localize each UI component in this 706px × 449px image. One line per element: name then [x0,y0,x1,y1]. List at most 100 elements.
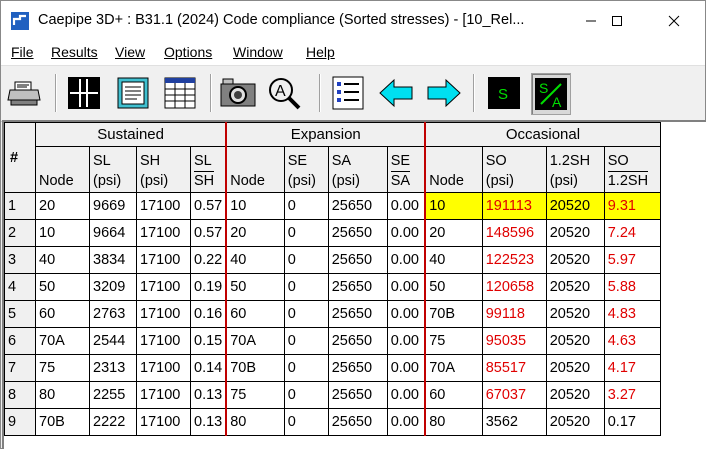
se-sa-ratio-cell[interactable]: 0.00 [386,246,426,274]
sl-cell[interactable]: 9664 [89,219,137,247]
sh-cell[interactable]: 17100 [136,408,191,436]
se-cell[interactable]: 0 [283,354,329,382]
menu-results[interactable]: Results [51,44,98,60]
sh-cell[interactable]: 17100 [136,354,191,382]
close-button[interactable] [652,7,696,35]
so-1-2sh-ratio-cell[interactable]: 3.27 [603,381,661,409]
1-2sh-cell[interactable]: 20520 [545,381,605,409]
so-cell[interactable]: 85517 [481,354,547,382]
so-1-2sh-ratio-cell[interactable]: 5.88 [603,273,661,301]
occasional-node-cell[interactable]: 40 [424,246,483,274]
menu-options[interactable]: Options [164,44,212,60]
sa-cell[interactable]: 25650 [327,273,388,301]
1-2sh-cell[interactable]: 20520 [545,192,605,220]
next-button[interactable] [425,73,463,113]
se-cell[interactable]: 0 [283,300,329,328]
expansion-node-cell[interactable]: 75 [225,381,285,409]
expansion-node-cell[interactable]: 20 [225,219,285,247]
so-1-2sh-ratio-cell[interactable]: 7.24 [603,219,661,247]
print-button[interactable] [5,73,43,113]
sh-cell[interactable]: 17100 [136,219,191,247]
stress-grid[interactable]: # Sustained Expansion Occasional Node SL… [2,120,706,449]
1-2sh-cell[interactable]: 20520 [545,300,605,328]
sustained-node-cell[interactable]: 10 [35,219,90,247]
col-header-sl-sh[interactable]: SL SH [190,146,227,193]
sustained-node-cell[interactable]: 80 [35,381,90,409]
sl-sh-ratio-cell[interactable]: 0.19 [190,273,227,301]
sl-cell[interactable]: 9669 [89,192,137,220]
col-header-sa[interactable]: SA (psi) [327,146,388,193]
table-row[interactable]: 4 50 3209 17100 0.19 50 0 25650 0.00 50 120658 2052… [4,273,661,301]
sa-cell[interactable]: 25650 [327,300,388,328]
sl-cell[interactable]: 3834 [89,246,137,274]
occasional-node-cell[interactable]: 70A [424,354,483,382]
row-number-cell[interactable]: 8 [4,381,36,409]
sa-cell[interactable]: 25650 [327,219,388,247]
occasional-node-cell[interactable]: 60 [424,381,483,409]
sustained-node-cell[interactable]: 40 [35,246,90,274]
so-cell[interactable]: 120658 [481,273,547,301]
sl-cell[interactable]: 2544 [89,327,137,355]
se-cell[interactable]: 0 [283,408,329,436]
table-row[interactable]: 9 70B 2222 17100 0.13 80 0 25650 0.00 80 3562 20520… [4,408,661,436]
se-sa-ratio-cell[interactable]: 0.00 [386,327,426,355]
table-row[interactable]: 8 80 2255 17100 0.13 75 0 25650 0.00 60 67037 20520… [4,381,661,409]
so-cell[interactable]: 67037 [481,381,547,409]
so-1-2sh-ratio-cell[interactable]: 4.63 [603,327,661,355]
se-sa-ratio-cell[interactable]: 0.00 [386,192,426,220]
sh-cell[interactable]: 17100 [136,327,191,355]
table-row[interactable]: 7 75 2313 17100 0.14 70B 0 25650 0.00 70A 85517 205… [4,354,661,382]
previous-button[interactable] [377,73,415,113]
sl-sh-ratio-cell[interactable]: 0.57 [190,219,227,247]
menu-help[interactable]: Help [306,44,335,60]
menu-window[interactable]: Window [233,44,283,60]
col-header-so-1-2sh[interactable]: SO 1.2SH [603,146,661,193]
so-cell[interactable]: 122523 [481,246,547,274]
col-header-se-sa[interactable]: SE SA [386,146,426,193]
expansion-node-cell[interactable]: 80 [225,408,285,436]
sl-sh-ratio-cell[interactable]: 0.15 [190,327,227,355]
row-number-cell[interactable]: 4 [4,273,36,301]
occasional-node-cell[interactable]: 80 [424,408,483,436]
caepipe-app-icon[interactable] [11,12,29,30]
sustained-node-cell[interactable]: 70B [35,408,90,436]
so-cell[interactable]: 3562 [481,408,547,436]
table-row[interactable]: 5 60 2763 17100 0.16 60 0 25650 0.00 70B 99118 2052… [4,300,661,328]
sa-cell[interactable]: 25650 [327,408,388,436]
list-button[interactable] [329,73,367,113]
expansion-node-cell[interactable]: 50 [225,273,285,301]
grid-lines-button[interactable] [65,73,103,113]
col-header-so[interactable]: SO (psi) [481,146,547,193]
sustained-node-cell[interactable]: 50 [35,273,90,301]
col-header-sh[interactable]: SH (psi) [136,146,191,193]
se-cell[interactable]: 0 [283,381,329,409]
table-row[interactable]: 3 40 3834 17100 0.22 40 0 25650 0.00 40 122523 2052… [4,246,661,274]
row-number-cell[interactable]: 5 [4,300,36,328]
so-cell[interactable]: 191113 [481,192,547,220]
sl-sh-ratio-cell[interactable]: 0.22 [190,246,227,274]
camera-button[interactable] [219,73,257,113]
sl-sh-ratio-cell[interactable]: 0.14 [190,354,227,382]
so-cell[interactable]: 148596 [481,219,547,247]
expansion-node-cell[interactable]: 70A [225,327,285,355]
sustained-node-cell[interactable]: 60 [35,300,90,328]
1-2sh-cell[interactable]: 20520 [545,408,605,436]
col-header-node[interactable]: Node [35,146,90,193]
so-1-2sh-ratio-cell[interactable]: 4.17 [603,354,661,382]
sa-cell[interactable]: 25650 [327,381,388,409]
row-number-cell[interactable]: 6 [4,327,36,355]
text-report-button[interactable] [114,73,152,113]
row-number-cell[interactable]: 9 [4,408,36,436]
col-header-exp-node[interactable]: Node [225,146,285,193]
table-row[interactable]: 2 10 9664 17100 0.57 20 0 25650 0.00 20 148596 2052… [4,219,661,247]
col-header-occ-node[interactable]: Node [424,146,483,193]
se-cell[interactable]: 0 [283,219,329,247]
sl-sh-ratio-cell[interactable]: 0.13 [190,408,227,436]
occasional-node-cell[interactable]: 50 [424,273,483,301]
sh-cell[interactable]: 17100 [136,192,191,220]
sustained-node-cell[interactable]: 75 [35,354,90,382]
col-header-se[interactable]: SE (psi) [283,146,329,193]
sl-sh-ratio-cell[interactable]: 0.13 [190,381,227,409]
se-sa-ratio-cell[interactable]: 0.00 [386,219,426,247]
expansion-node-cell[interactable]: 40 [225,246,285,274]
